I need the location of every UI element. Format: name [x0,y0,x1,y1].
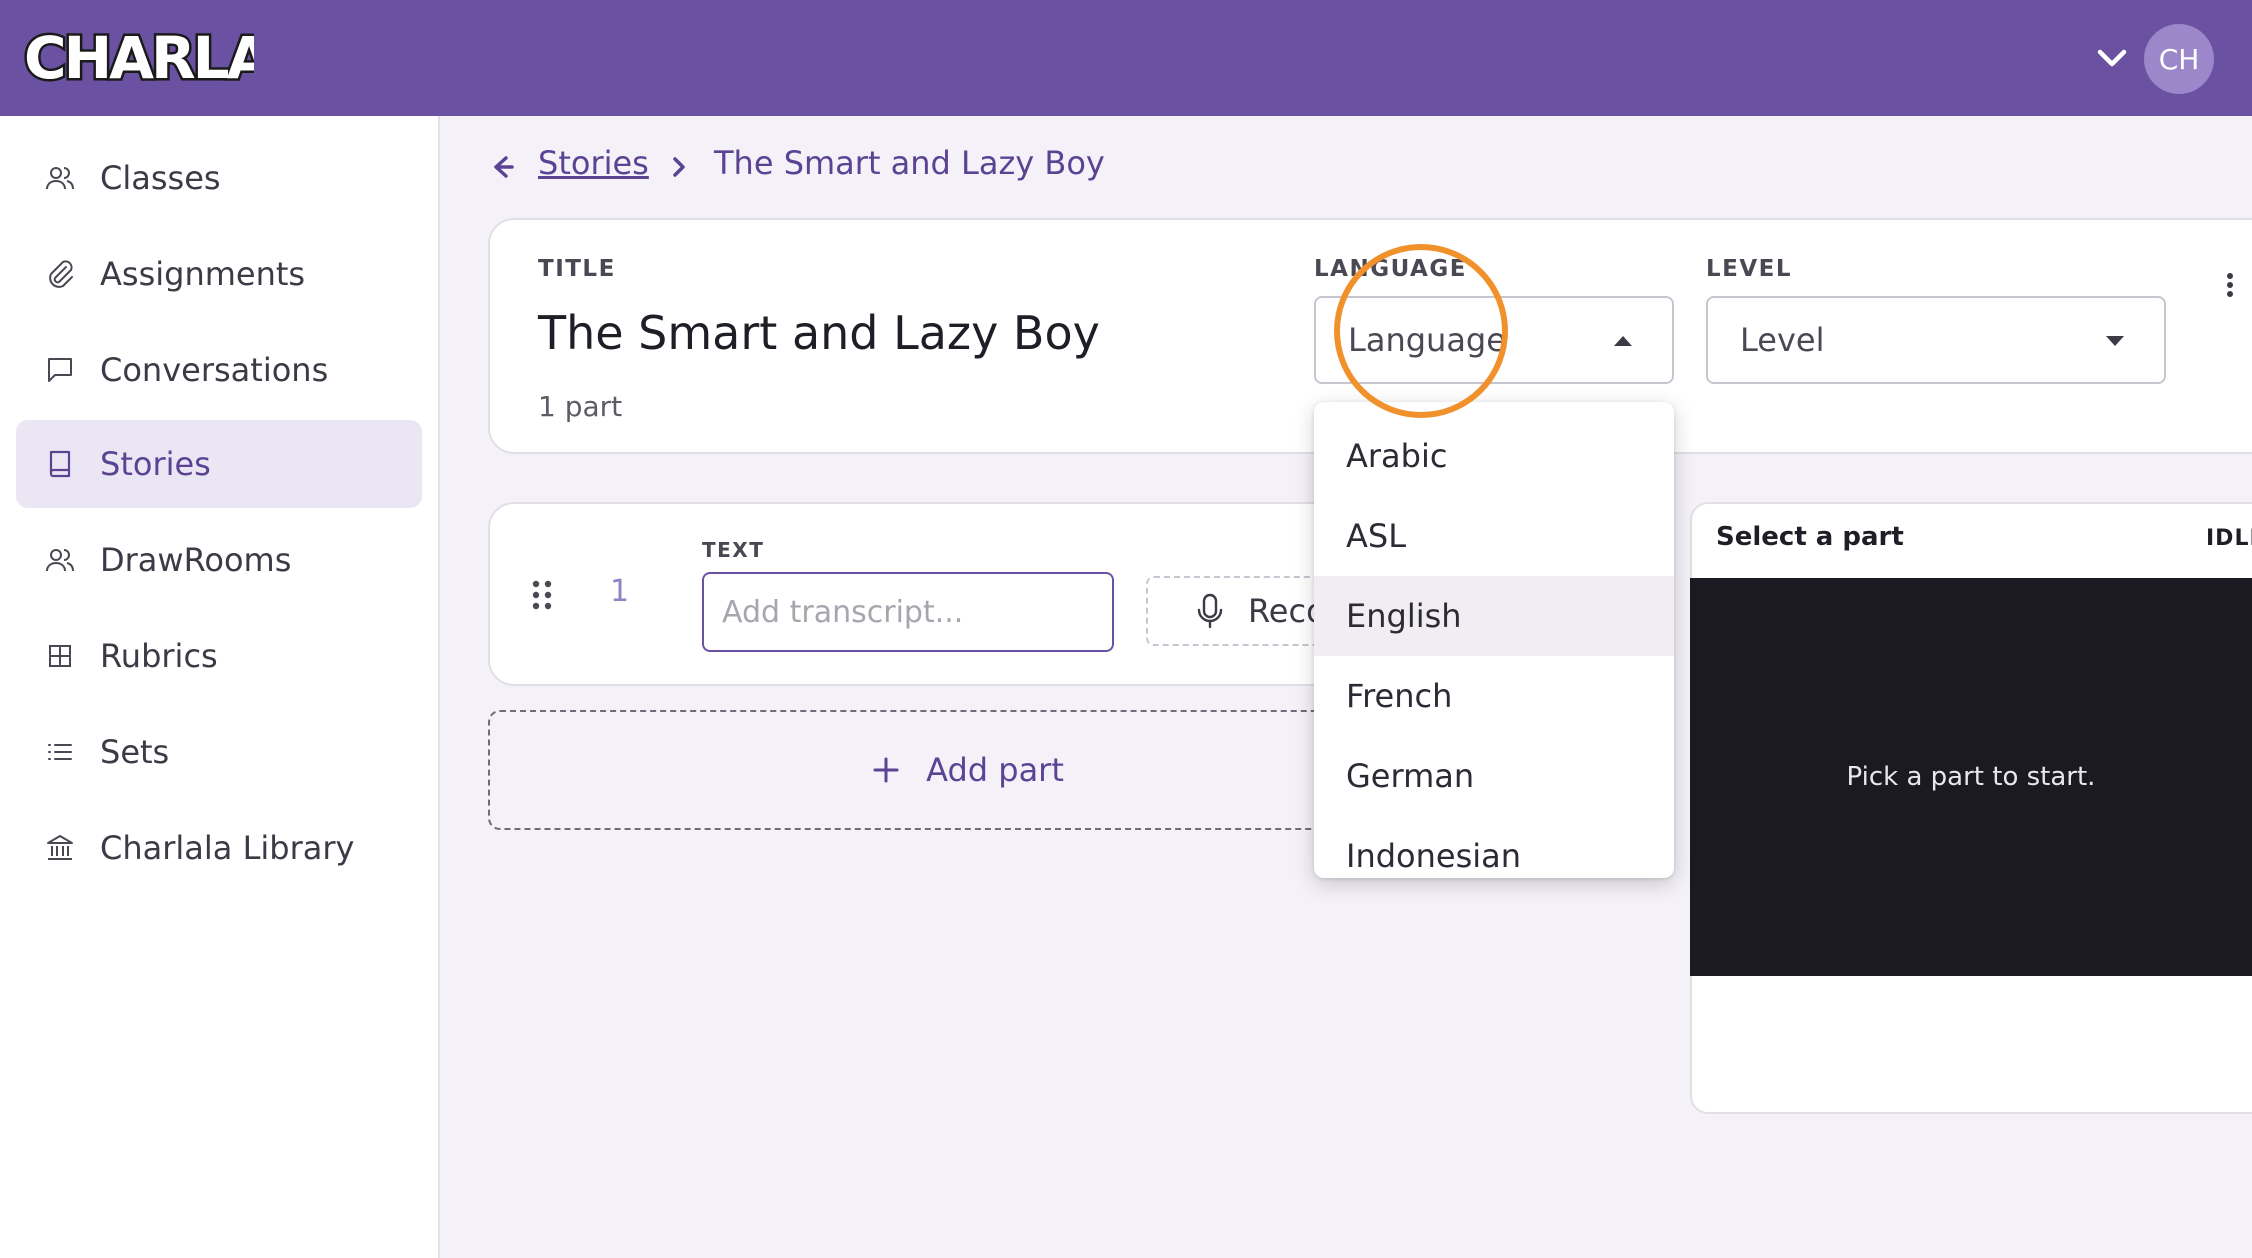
sidebar-item-label: Charlala Library [100,829,355,867]
chevron-right-icon [673,157,685,177]
language-option-english[interactable]: English [1314,576,1674,656]
language-select[interactable]: Language [1314,296,1674,384]
avatar[interactable]: CH [2144,24,2214,94]
paperclip-icon [49,260,73,288]
text-label: TEXT [702,538,765,562]
charlala-logo[interactable]: CHARLALA [22,18,353,95]
language-option-asl[interactable]: ASL [1314,496,1674,576]
breadcrumb-stories-link[interactable]: Stories [538,144,649,182]
add-part-button[interactable]: Add part [488,710,1448,830]
book-icon [49,450,71,478]
sidebar-item-stories[interactable]: Stories [16,420,422,508]
users-icon [46,549,74,572]
caret-up-icon [1614,336,1632,346]
sidebar-item-charlala-library[interactable]: Charlala Library [16,804,422,892]
svg-text:CHARLALA: CHARLALA [24,24,254,92]
more-vertical-icon[interactable] [2218,270,2242,300]
language-select-value: Language [1348,321,1506,359]
users-icon [46,167,74,190]
chat-bubble-icon [48,358,72,382]
sidebar-item-label: Stories [100,445,211,483]
sidebar-item-classes[interactable]: Classes [16,134,422,222]
language-label: LANGUAGE [1314,256,1467,282]
language-option-german[interactable]: German [1314,736,1674,816]
drag-handle-icon[interactable] [530,578,554,612]
sidebar-item-label: DrawRooms [100,541,292,579]
sidebar-item-drawrooms[interactable]: DrawRooms [16,516,422,604]
caret-down-icon [2106,336,2124,346]
level-label: LEVEL [1706,256,1793,282]
sidebar-item-conversations[interactable]: Conversations [16,326,422,414]
list-icon [48,744,72,760]
part-number: 1 [610,574,630,609]
sidebar-item-label: Classes [100,159,221,197]
sidebar-item-rubrics[interactable]: Rubrics [16,612,422,700]
title-label: TITLE [538,256,616,282]
status-badge: IDLE [2206,526,2252,551]
preview-stage[interactable]: Pick a part to start. [1690,578,2252,976]
transcript-input[interactable] [702,572,1114,652]
top-bar: CHARLALA CH [0,0,2252,116]
microphone-icon [1197,593,1223,629]
sidebar-item-sets[interactable]: Sets [16,708,422,796]
sidebar-item-label: Sets [100,733,170,771]
preview-title: Select a part [1716,522,1904,552]
chevron-down-icon[interactable] [2092,38,2132,78]
sidebar-item-label: Rubrics [100,637,218,675]
breadcrumb-current: The Smart and Lazy Boy [714,144,1105,182]
sidebar-item-label: Conversations [100,351,329,389]
sidebar-item-label: Assignments [100,255,306,293]
grid-icon [49,645,71,667]
parts-count: 1 part [538,390,623,423]
sidebar-item-assignments[interactable]: Assignments [16,230,422,318]
language-option-arabic[interactable]: Arabic [1314,416,1674,496]
page-title[interactable]: The Smart and Lazy Boy [538,306,1100,360]
sidebar: Classes Assignments Conversations Storie… [0,116,440,1258]
level-select-value: Level [1740,321,1825,359]
level-select[interactable]: Level [1706,296,2166,384]
language-option-indonesian[interactable]: Indonesian [1314,816,1674,878]
language-dropdown-menu: Arabic ASL English French German Indones… [1314,402,1674,878]
arrow-left-icon[interactable] [486,150,520,184]
library-icon [47,835,73,860]
plus-icon [873,757,899,783]
preview-message: Pick a part to start. [1846,762,2096,792]
language-option-french[interactable]: French [1314,656,1674,736]
add-part-label: Add part [926,751,1064,789]
